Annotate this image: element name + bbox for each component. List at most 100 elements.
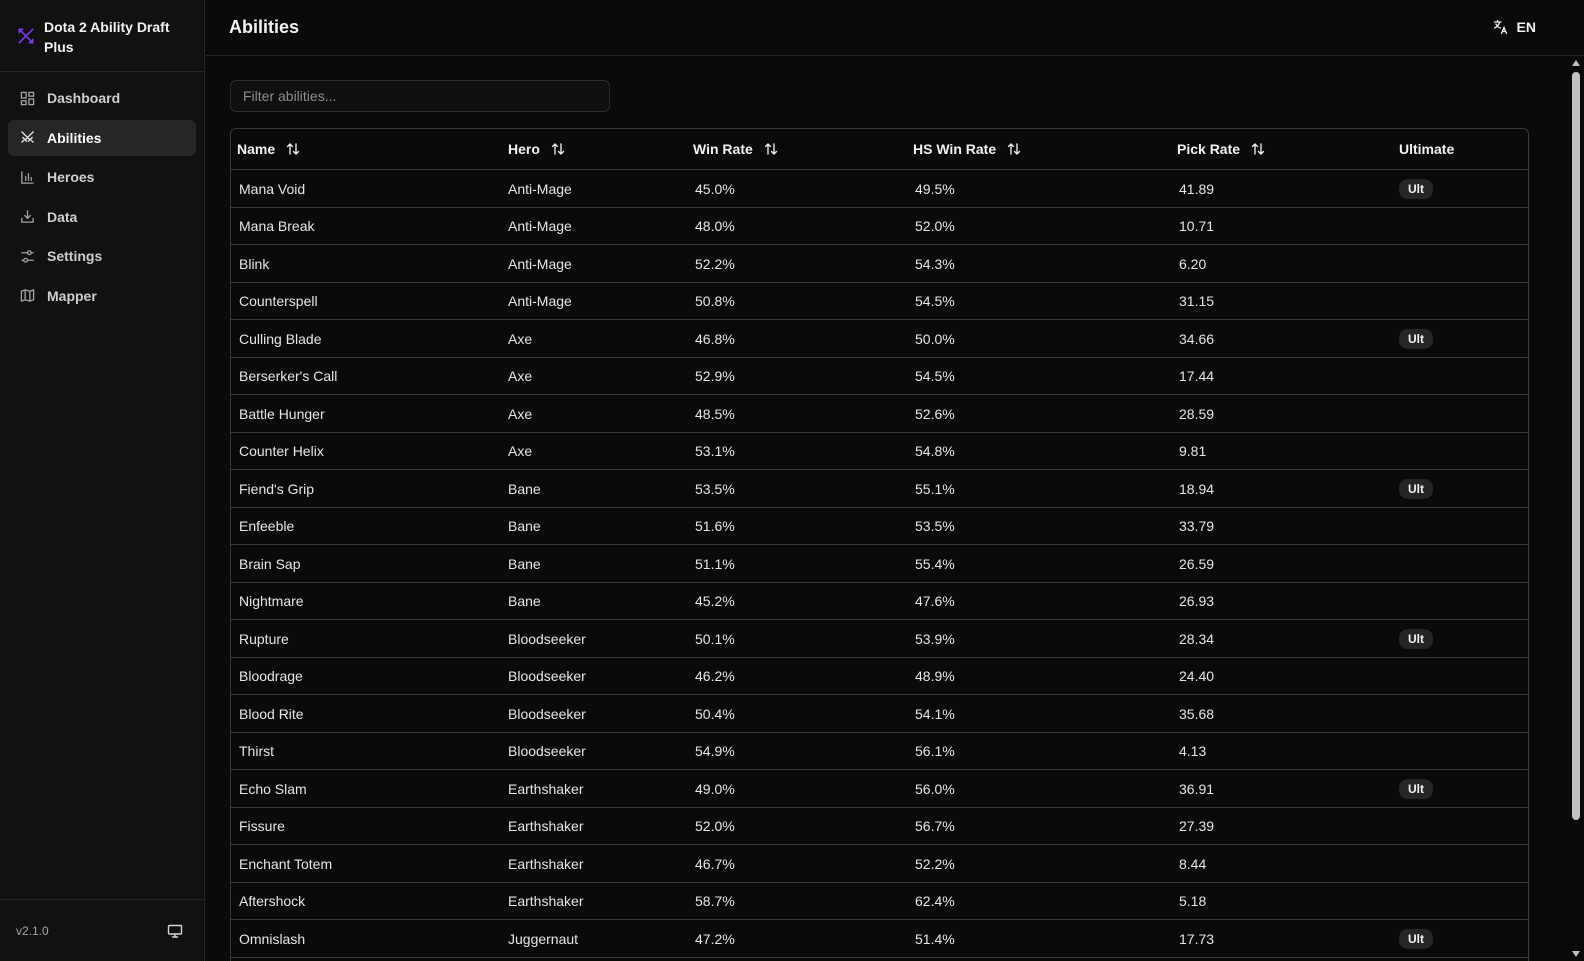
pick-rate-cell: 36.91: [1177, 769, 1399, 808]
hs-win-rate-cell: 53.9%: [913, 619, 1177, 658]
table-row[interactable]: Battle Hunger Axe 48.5% 52.6% 28.59: [231, 394, 1528, 433]
column-header-hero[interactable]: Hero: [508, 129, 693, 170]
sidebar-item-mapper[interactable]: Mapper: [8, 278, 196, 314]
ability-name-cell: Mana Void: [231, 169, 508, 208]
table-row[interactable]: Fissure Earthshaker 52.0% 56.7% 27.39: [231, 807, 1528, 845]
filter-abilities-input[interactable]: [230, 80, 610, 112]
sidebar-item-data[interactable]: Data: [8, 199, 196, 235]
page-title: Abilities: [229, 17, 300, 37]
sidebar-item-heroes[interactable]: Heroes: [8, 159, 196, 195]
ult-badge: Ult: [1399, 178, 1433, 199]
table-row[interactable]: Nightmare Bane 45.2% 47.6% 26.93: [231, 582, 1528, 620]
table-row[interactable]: Mana Void Anti-Mage 45.0% 49.5% 41.89 Ult: [231, 169, 1528, 208]
win-rate-cell: 52.9%: [693, 357, 913, 395]
pick-rate-cell: 28.59: [1177, 394, 1399, 433]
table-row[interactable]: Fiend's Grip Bane 53.5% 55.1% 18.94 Ult: [231, 469, 1528, 508]
abilities-table: Name Hero Win Rate HS Win Rate Pick Rate…: [230, 128, 1529, 961]
ability-name-cell: Enfeeble: [231, 507, 508, 545]
dashboard-icon: [20, 91, 35, 105]
column-header-pick-rate[interactable]: Pick Rate: [1177, 129, 1399, 170]
hs-win-rate-cell: 56.7%: [913, 807, 1177, 845]
win-rate-cell: 53.1%: [693, 432, 913, 470]
page-scrollbar[interactable]: [1568, 56, 1584, 961]
win-rate-cell: 45.0%: [693, 169, 913, 208]
pick-rate-cell: 5.18: [1177, 882, 1399, 920]
ultimate-cell: [1399, 657, 1528, 695]
ultimate-cell: [1399, 507, 1528, 545]
table-row[interactable]: Echo Slam Earthshaker 49.0% 56.0% 36.91 Ult: [231, 769, 1528, 808]
hero-name-cell: Axe: [508, 319, 693, 358]
hs-win-rate-cell: 62.4%: [913, 882, 1177, 920]
win-rate-cell: 51.6%: [693, 507, 913, 545]
ult-badge: Ult: [1399, 928, 1433, 949]
brand: Dota 2 Ability Draft Plus: [0, 0, 204, 72]
win-rate-cell: 50.8%: [693, 282, 913, 320]
sidebar-item-dashboard[interactable]: Dashboard: [8, 80, 196, 116]
column-label: HS Win Rate: [913, 141, 997, 157]
ultimate-cell: [1399, 432, 1528, 470]
pick-rate-cell: 17.44: [1177, 357, 1399, 395]
ultimate-cell: [1399, 207, 1528, 245]
hero-name-cell: Bane: [508, 469, 693, 508]
table-row[interactable]: Counter Helix Axe 53.1% 54.8% 9.81: [231, 432, 1528, 470]
win-rate-cell: 49.0%: [693, 769, 913, 808]
table-row[interactable]: Aftershock Earthshaker 58.7% 62.4% 5.18: [231, 882, 1528, 920]
sidebar-item-label: Settings: [47, 248, 103, 265]
hs-win-rate-cell: 49.5%: [913, 169, 1177, 208]
language-label: EN: [1516, 19, 1536, 35]
app-title: Dota 2 Ability Draft Plus: [44, 19, 170, 55]
language-toggle[interactable]: EN: [1493, 19, 1536, 35]
hs-win-rate-cell: 56.1%: [913, 732, 1177, 770]
table-body: Mana Void Anti-Mage 45.0% 49.5% 41.89 Ult Mana…: [231, 169, 1528, 958]
ultimate-cell: Ult: [1399, 769, 1528, 808]
hero-name-cell: Bloodseeker: [508, 694, 693, 733]
win-rate-cell: 47.2%: [693, 919, 913, 958]
table-row[interactable]: Omnislash Juggernaut 47.2% 51.4% 17.73 Ult: [231, 919, 1528, 958]
table-row[interactable]: Blood Rite Bloodseeker 50.4% 54.1% 35.68: [231, 694, 1528, 733]
ability-name-cell: Mana Break: [231, 207, 508, 245]
table-row[interactable]: Enchant Totem Earthshaker 46.7% 52.2% 8.44: [231, 844, 1528, 883]
table-row[interactable]: Thirst Bloodseeker 54.9% 56.1% 4.13: [231, 732, 1528, 770]
sort-icon: [286, 143, 300, 155]
column-header-name[interactable]: Name: [231, 129, 508, 170]
pick-rate-cell: 17.73: [1177, 919, 1399, 958]
app-version: v2.1.0: [16, 923, 49, 938]
win-rate-cell: 53.5%: [693, 469, 913, 508]
table-row[interactable]: Enfeeble Bane 51.6% 53.5% 33.79: [231, 507, 1528, 545]
column-header-hs-win-rate[interactable]: HS Win Rate: [913, 129, 1177, 170]
hs-win-rate-cell: 50.0%: [913, 319, 1177, 358]
hs-win-rate-cell: 54.3%: [913, 244, 1177, 283]
table-row[interactable]: Blink Anti-Mage 52.2% 54.3% 6.20: [231, 244, 1528, 283]
sidebar: Dota 2 Ability Draft Plus Dashboard Abil…: [0, 0, 205, 961]
table-row[interactable]: Brain Sap Bane 51.1% 55.4% 26.59: [231, 544, 1528, 583]
ability-name-cell: Berserker's Call: [231, 357, 508, 395]
win-rate-cell: 58.7%: [693, 882, 913, 920]
table-row[interactable]: Rupture Bloodseeker 50.1% 53.9% 28.34 Ult: [231, 619, 1528, 658]
ult-badge: Ult: [1399, 328, 1433, 349]
win-rate-cell: 48.0%: [693, 207, 913, 245]
scroll-thumb[interactable]: [1572, 72, 1580, 820]
win-rate-cell: 51.1%: [693, 544, 913, 583]
column-header-win-rate[interactable]: Win Rate: [693, 129, 913, 170]
sidebar-item-settings[interactable]: Settings: [8, 238, 196, 274]
sidebar-item-abilities[interactable]: Abilities: [8, 119, 196, 156]
ability-name-cell: Counter Helix: [231, 432, 508, 470]
ability-name-cell: Enchant Totem: [231, 844, 508, 883]
sidebar-nav: Dashboard Abilities Heroes Data Settings: [0, 72, 204, 314]
table-row[interactable]: Culling Blade Axe 46.8% 50.0% 34.66 Ult: [231, 319, 1528, 358]
table-row[interactable]: Mana Break Anti-Mage 48.0% 52.0% 10.71: [231, 207, 1528, 245]
table-row[interactable]: Counterspell Anti-Mage 50.8% 54.5% 31.15: [231, 282, 1528, 320]
ability-name-cell: Culling Blade: [231, 319, 508, 358]
map-icon: [20, 289, 35, 303]
pick-rate-cell: 18.94: [1177, 469, 1399, 508]
pick-rate-cell: 31.15: [1177, 282, 1399, 320]
win-rate-cell: 54.9%: [693, 732, 913, 770]
ultimate-cell: Ult: [1399, 919, 1528, 958]
ultimate-cell: Ult: [1399, 169, 1528, 208]
table-row[interactable]: Bloodrage Bloodseeker 46.2% 48.9% 24.40: [231, 657, 1528, 695]
scroll-down-icon[interactable]: [1572, 951, 1580, 957]
scroll-up-icon[interactable]: [1572, 60, 1580, 66]
hs-win-rate-cell: 52.0%: [913, 207, 1177, 245]
monitor-icon[interactable]: [167, 923, 183, 939]
table-row[interactable]: Berserker's Call Axe 52.9% 54.5% 17.44: [231, 357, 1528, 395]
